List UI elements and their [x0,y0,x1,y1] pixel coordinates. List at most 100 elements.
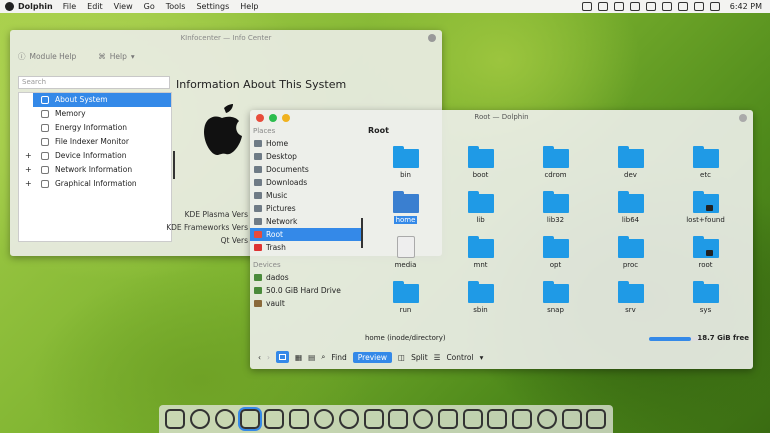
folder-item[interactable]: root [668,235,743,275]
window-close-icon[interactable] [739,114,747,122]
menu-view[interactable]: View [114,2,133,11]
forward-icon[interactable]: › [267,353,270,362]
split-icon[interactable]: ◫ [398,353,405,362]
place-desktop[interactable]: Desktop [250,150,362,163]
wifi-icon[interactable] [661,2,672,11]
folder-item[interactable]: etc [668,145,743,185]
folder-item[interactable]: lib64 [593,190,668,230]
folder-item[interactable]: cdrom [518,145,593,185]
network-icon[interactable] [693,2,704,11]
dock-gimp-icon[interactable] [264,409,285,429]
folder-item[interactable]: sys [668,280,743,320]
place-trash[interactable]: Trash [250,241,362,254]
folder-item[interactable]: lost+found [668,190,743,230]
place-home[interactable]: Home [250,137,362,150]
notifications-icon[interactable] [645,2,656,11]
hamburger-icon[interactable]: ☰ [434,353,441,362]
folder-item[interactable]: media [368,235,443,275]
back-icon[interactable]: ‹ [258,353,261,362]
folder-item[interactable]: sbin [443,280,518,320]
dock-editor-icon[interactable] [561,409,582,429]
apple-menu-icon[interactable] [5,2,14,11]
folder-item[interactable]: proc [593,235,668,275]
menu-settings[interactable]: Settings [196,2,229,11]
details-view-icon[interactable]: ▤ [308,353,315,362]
device-vault[interactable]: vault [250,297,362,310]
search-input[interactable]: Search [18,76,170,89]
split-button[interactable]: Split [411,353,428,362]
chevron-down-icon[interactable]: ▾ [480,353,484,362]
folder-item[interactable]: bin [368,145,443,185]
preview-button[interactable]: Preview [352,351,392,363]
menu-help[interactable]: Help [240,2,258,11]
minimize-icon[interactable] [269,114,277,122]
tree-item-file-indexer[interactable]: File Indexer Monitor [19,135,171,149]
dock-eye-icon[interactable] [413,409,434,429]
dock-camera-icon[interactable] [462,409,483,429]
dock-blender-icon[interactable] [338,409,359,429]
dock-dolphin-icon[interactable] [239,409,260,429]
menu-tools[interactable]: Tools [166,2,186,11]
dock-qt-icon[interactable] [437,409,458,429]
expand-icon[interactable]: + [25,163,32,177]
find-icon[interactable]: ⌕ [321,352,325,362]
tree-item-memory[interactable]: Memory [19,107,171,121]
dock-package-icon[interactable] [487,409,508,429]
folder-item[interactable]: dev [593,145,668,185]
bluetooth-icon[interactable] [677,2,688,11]
monitor-icon[interactable] [581,2,592,11]
compact-view-icon[interactable]: ▦ [295,353,302,362]
battery-icon[interactable] [597,2,608,11]
close-icon[interactable] [428,34,436,42]
dock-settings-icon[interactable] [536,409,557,429]
clipboard-icon[interactable] [613,2,624,11]
dock-discover-icon[interactable] [214,409,235,429]
dock-toggle-icon[interactable] [165,409,186,429]
folder-item[interactable]: boot [443,145,518,185]
tree-item-about-system[interactable]: About System [33,93,171,107]
folder-item[interactable]: lib32 [518,190,593,230]
breadcrumb[interactable]: Root [368,126,389,135]
icons-view-button[interactable] [276,351,289,363]
app-name[interactable]: Dolphin [18,2,53,11]
menu-go[interactable]: Go [144,2,155,11]
find-button[interactable]: Find [331,353,346,362]
place-pictures[interactable]: Pictures [250,202,362,215]
module-help-button[interactable]: Module Help [30,52,77,61]
expand-icon[interactable]: + [25,177,32,191]
expand-icon[interactable]: + [25,149,32,163]
folder-item[interactable]: opt [518,235,593,275]
folder-item[interactable]: home [368,190,443,230]
maximize-icon[interactable] [282,114,290,122]
chevron-down-icon[interactable]: ▾ [131,52,135,61]
clock[interactable]: 6:42 PM [730,2,762,11]
scrollbar[interactable] [173,151,175,179]
folder-item[interactable]: lib [443,190,518,230]
volume-icon[interactable] [709,2,720,11]
tree-item-network-information[interactable]: + Network Information [19,163,171,177]
folder-item[interactable]: run [368,280,443,320]
folder-item[interactable]: snap [518,280,593,320]
place-downloads[interactable]: Downloads [250,176,362,189]
dock-system-icon[interactable] [512,409,533,429]
device-dados[interactable]: dados [250,271,362,284]
place-root[interactable]: Root [250,228,362,241]
dock-inkscape-icon[interactable] [289,409,310,429]
help-menu-button[interactable]: Help [110,52,127,61]
dock-terminal-icon[interactable] [363,409,384,429]
place-music[interactable]: Music [250,189,362,202]
dock-trash-icon[interactable] [586,409,607,429]
dock-pen-icon[interactable] [388,409,409,429]
folder-item[interactable]: srv [593,280,668,320]
places-scrollbar[interactable] [361,218,363,248]
updates-icon[interactable] [629,2,640,11]
menu-edit[interactable]: Edit [87,2,103,11]
close-icon[interactable] [256,114,264,122]
device-hard-drive[interactable]: 50.0 GiB Hard Drive [250,284,362,297]
menu-file[interactable]: File [63,2,76,11]
tree-item-graphical-information[interactable]: + Graphical Information [19,177,171,191]
control-button[interactable]: Control [446,353,473,362]
dock-krita-icon[interactable] [313,409,334,429]
dock-browser-icon[interactable] [190,409,211,429]
tree-item-device-information[interactable]: + Device Information [19,149,171,163]
